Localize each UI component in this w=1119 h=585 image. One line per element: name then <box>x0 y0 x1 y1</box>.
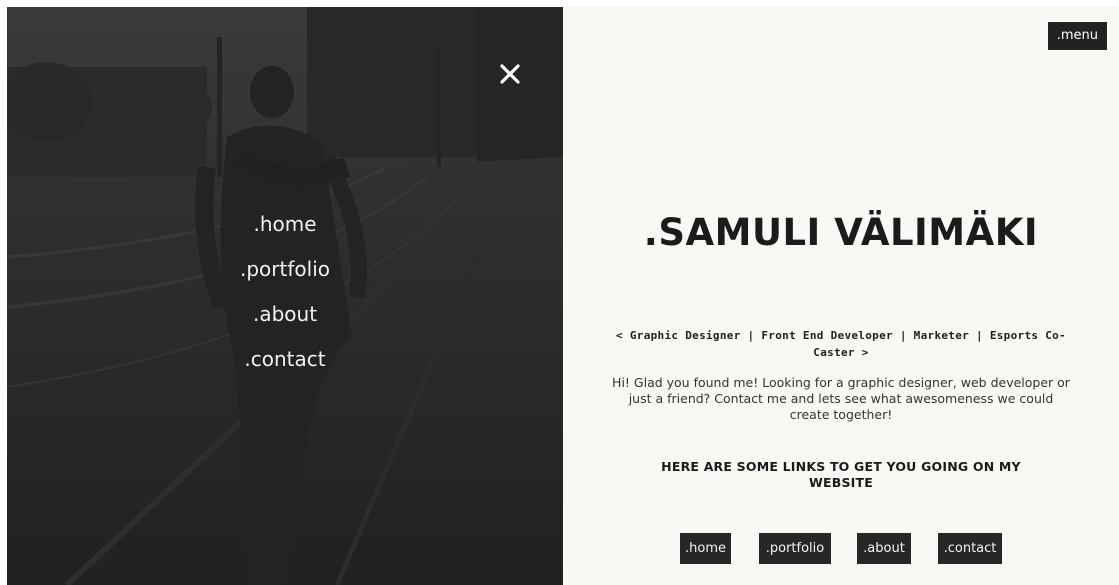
overlay-nav-portfolio[interactable]: .portfolio <box>185 257 385 281</box>
main-content: .menu .SAMULI VÄLIMÄKI < Graphic Designe… <box>563 7 1119 585</box>
page-title: .SAMULI VÄLIMÄKI <box>643 211 1039 254</box>
close-menu-button[interactable] <box>495 59 525 89</box>
tagline: < Graphic Designer | Front End Developer… <box>616 329 1066 359</box>
links-heading: HERE ARE SOME LINKS TO GET YOU GOING ON … <box>661 459 1021 490</box>
quick-link-about[interactable]: .about <box>857 533 911 564</box>
quick-link-home[interactable]: .home <box>680 533 731 564</box>
quick-link-contact[interactable]: .contact <box>938 533 1002 564</box>
close-icon <box>500 64 520 84</box>
overlay-menu-panel: .home .portfolio .about .contact <box>7 7 563 585</box>
intro-text: Hi! Glad you found me! Looking for a gra… <box>612 375 1070 422</box>
quick-link-portfolio[interactable]: .portfolio <box>759 533 831 564</box>
menu-button[interactable]: .menu <box>1047 22 1107 50</box>
overlay-nav-home[interactable]: .home <box>185 212 385 236</box>
overlay-nav-contact[interactable]: .contact <box>185 347 385 371</box>
overlay-nav-about[interactable]: .about <box>185 302 385 326</box>
page: .home .portfolio .about .contact .menu .… <box>7 7 1119 585</box>
quick-links: .home .portfolio .about .contact <box>563 533 1119 564</box>
overlay-nav: .home .portfolio .about .contact <box>185 212 385 392</box>
